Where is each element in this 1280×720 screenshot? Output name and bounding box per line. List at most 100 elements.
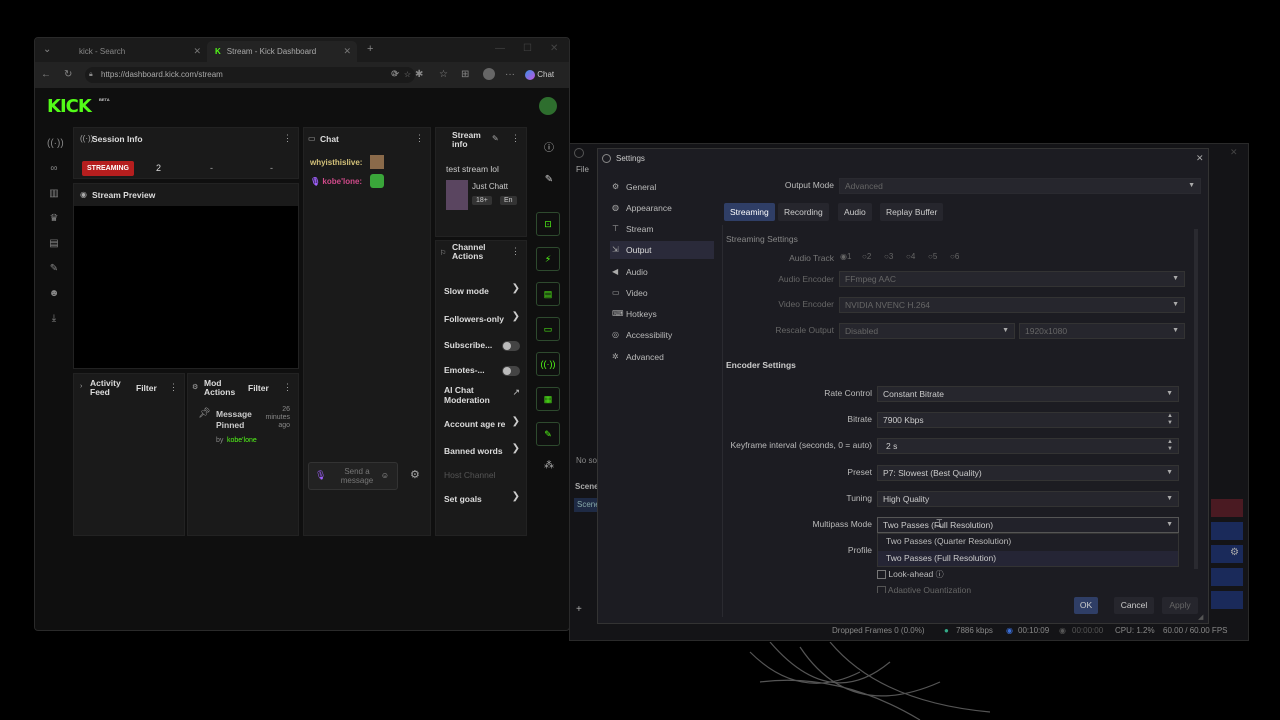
- library-icon[interactable]: ▤: [47, 238, 61, 252]
- multipass-select[interactable]: Two Passes (Full Resolution) ▼: [877, 517, 1179, 533]
- download-icon[interactable]: ⤓: [47, 313, 61, 327]
- rescale-select[interactable]: Disabled ▼: [839, 323, 1015, 339]
- tuning-select[interactable]: High Quality ▼: [877, 491, 1179, 507]
- audio-track-4-radio[interactable]: ○4: [906, 252, 915, 261]
- resize-grip-icon[interactable]: ◢: [1198, 613, 1203, 621]
- copilot-chat-button[interactable]: Chat: [525, 67, 554, 83]
- subscribers-only-row[interactable]: Subscribe...: [436, 337, 528, 353]
- account-age-row[interactable]: Account age re ❯: [436, 416, 528, 432]
- maximize-icon[interactable]: ☐: [523, 43, 532, 54]
- keyframe-spinbox[interactable]: 2 s ▲ ▼: [877, 438, 1179, 454]
- nav-advanced[interactable]: ✲ Advanced: [610, 348, 714, 366]
- nav-appearance[interactable]: ◍ Appearance: [610, 199, 714, 217]
- host-channel-row[interactable]: Host Channel: [436, 467, 528, 483]
- close-window-icon[interactable]: ✕: [550, 43, 558, 54]
- tab-recording[interactable]: Recording: [778, 203, 829, 221]
- profile-avatar[interactable]: [483, 68, 495, 80]
- chat-message[interactable]: whyisthislive:: [310, 158, 362, 167]
- message-icon[interactable]: ▭: [536, 317, 560, 341]
- chat-message[interactable]: 🎙︎ kobe'lone:: [310, 177, 362, 186]
- extension-icon[interactable]: ⟳: [391, 69, 399, 80]
- more-icon[interactable]: ···: [505, 69, 515, 80]
- adaptive-quantization-checkbox[interactable]: Adaptive Quantization: [877, 585, 971, 593]
- mod-item-user[interactable]: kobe'lone: [227, 437, 257, 444]
- community-icon[interactable]: ☻: [47, 288, 61, 302]
- nav-hotkeys[interactable]: ⌨ Hotkeys: [610, 305, 714, 323]
- chat-settings-icon[interactable]: ⚙: [410, 468, 420, 481]
- clip-icon[interactable]: ⊡: [536, 212, 560, 236]
- audio-track-2-radio[interactable]: ○2: [862, 252, 871, 261]
- nav-output[interactable]: ⇲ Output: [610, 241, 714, 259]
- nav-video[interactable]: ▭ Video: [610, 284, 714, 302]
- emotes-toggle[interactable]: [502, 366, 520, 376]
- nav-audio[interactable]: ◀ Audio: [610, 263, 714, 281]
- nav-stream[interactable]: ⊤ Stream: [610, 220, 714, 238]
- lightning-icon[interactable]: ⚡︎: [536, 247, 560, 271]
- puzzle-icon[interactable]: ✱: [415, 69, 423, 80]
- help-icon[interactable]: ⓘ: [936, 570, 944, 579]
- activity-more-icon[interactable]: ⋮: [169, 382, 178, 393]
- scrollbar[interactable]: [1194, 229, 1198, 569]
- subscribers-toggle[interactable]: [502, 341, 520, 351]
- scene-item[interactable]: Scene: [574, 498, 600, 512]
- minimize-icon[interactable]: —: [495, 43, 505, 54]
- tab-audio[interactable]: Audio: [838, 203, 872, 221]
- back-icon[interactable]: ←: [41, 69, 51, 80]
- followers-only-row[interactable]: Followers-only ❯: [436, 311, 528, 327]
- audio-track-3-radio[interactable]: ○3: [884, 252, 893, 261]
- close-tab-icon[interactable]: ✕: [193, 46, 201, 57]
- audio-track-1-radio[interactable]: ◉1: [840, 252, 851, 261]
- video-encoder-select[interactable]: NVIDIA NVENC H.264 ▼: [839, 297, 1185, 313]
- chat-input[interactable]: 🎙︎ Send a message ☺: [308, 462, 398, 490]
- analytics-icon[interactable]: ▥: [47, 188, 61, 202]
- new-tab-icon[interactable]: +: [367, 43, 373, 55]
- tab-list-icon[interactable]: ⌄: [43, 44, 51, 55]
- edit-icon[interactable]: ✎: [492, 134, 499, 143]
- refresh-icon[interactable]: ↻: [64, 69, 72, 80]
- rescale-resolution-select[interactable]: 1920x1080 ▼: [1019, 323, 1185, 339]
- chat-more-icon[interactable]: ⋮: [415, 133, 424, 144]
- stream-info-more-icon[interactable]: ⋮: [511, 133, 520, 144]
- tab-streaming[interactable]: Streaming: [724, 203, 775, 221]
- banned-words-row[interactable]: Banned words ❯: [436, 443, 528, 459]
- mod-filter-button[interactable]: Filter: [248, 383, 269, 393]
- poll-icon[interactable]: ▦: [536, 387, 560, 411]
- spin-arrows-icon[interactable]: ▲ ▼: [1167, 439, 1173, 453]
- favorite-icon[interactable]: ☆: [404, 67, 411, 83]
- audio-track-6-radio[interactable]: ○6: [950, 252, 959, 261]
- bitrate-spinbox[interactable]: 7900 Kbps ▲ ▼: [877, 412, 1179, 428]
- wrench-icon[interactable]: ✎: [47, 263, 61, 277]
- tab-replay-buffer[interactable]: Replay Buffer: [880, 203, 944, 221]
- audio-encoder-select[interactable]: FFmpeg AAC ▼: [839, 271, 1185, 287]
- spin-arrows-icon[interactable]: ▲ ▼: [1167, 413, 1173, 427]
- output-mode-select[interactable]: Advanced ▼: [839, 178, 1201, 194]
- share-icon[interactable]: ⁂: [542, 460, 556, 474]
- add-scene-icon[interactable]: +: [576, 604, 582, 615]
- emoji-icon[interactable]: ☺: [381, 471, 389, 480]
- collections-icon[interactable]: ⊞: [461, 69, 469, 80]
- nav-accessibility[interactable]: ◎ Accessibility: [610, 326, 714, 344]
- url-input[interactable]: 🔒︎ https://dashboard.kick.com/stream A ☆: [85, 67, 415, 83]
- slow-mode-row[interactable]: Slow mode ❯: [436, 283, 528, 299]
- streaming-icon[interactable]: ((·)): [47, 138, 64, 152]
- link-icon[interactable]: ∞: [47, 163, 61, 177]
- tab-kick-search[interactable]: kick - Search ✕: [71, 41, 207, 62]
- user-avatar[interactable]: [539, 97, 557, 115]
- session-more-icon[interactable]: ⋮: [283, 133, 292, 144]
- dropdown-option-quarter[interactable]: Two Passes (Quarter Resolution): [878, 534, 1178, 549]
- emotes-only-row[interactable]: Emotes-...: [436, 362, 528, 378]
- set-goals-row[interactable]: Set goals ❯: [436, 491, 528, 507]
- dropdown-option-full[interactable]: Two Passes (Full Resolution): [878, 551, 1178, 566]
- apply-button[interactable]: Apply: [1162, 597, 1198, 614]
- info-icon[interactable]: ⓘ: [542, 139, 556, 154]
- obs-close-icon[interactable]: ✕: [1230, 147, 1238, 158]
- audio-track-5-radio[interactable]: ○5: [928, 252, 937, 261]
- tools-icon[interactable]: ✎: [536, 422, 560, 446]
- channel-actions-more-icon[interactable]: ⋮: [511, 246, 520, 257]
- mixer-settings-icon[interactable]: ⚙: [1230, 547, 1239, 558]
- file-menu[interactable]: File: [576, 165, 589, 174]
- tab-kick-dashboard[interactable]: K Stream - Kick Dashboard ✕: [207, 41, 357, 62]
- close-icon[interactable]: ✕: [1196, 153, 1204, 164]
- rate-control-select[interactable]: Constant Bitrate ▼: [877, 386, 1179, 402]
- kick-logo[interactable]: KICK: [47, 96, 92, 117]
